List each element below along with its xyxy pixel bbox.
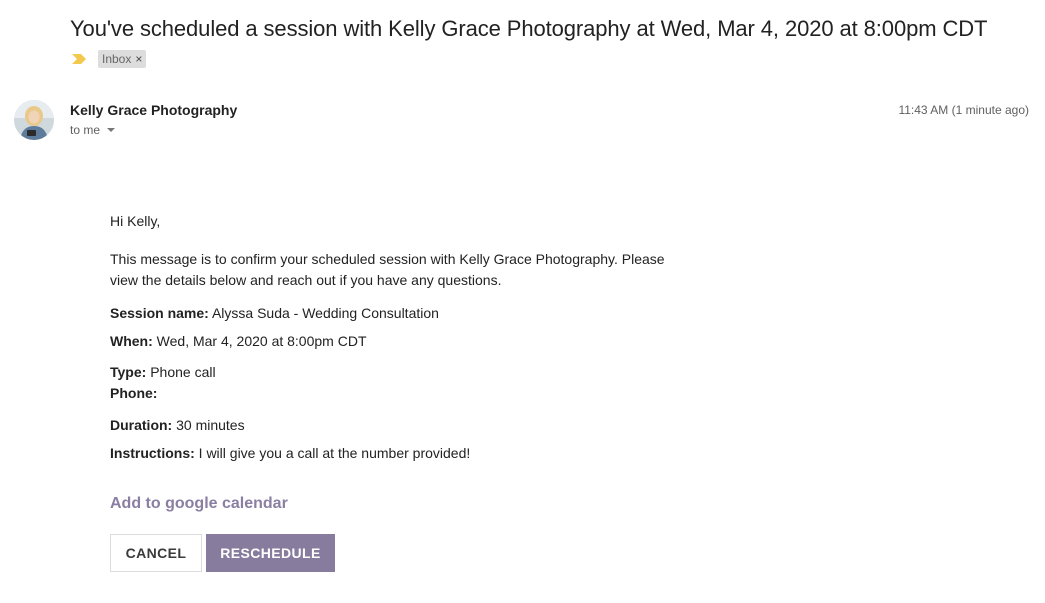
- when-row: When: Wed, Mar 4, 2020 at 8:00pm CDT: [110, 331, 367, 351]
- label-row: Inbox ×: [70, 50, 147, 68]
- session-name-value: Alyssa Suda - Wedding Consultation: [208, 305, 439, 321]
- inbox-label-chip[interactable]: Inbox ×: [98, 50, 147, 68]
- sender-avatar[interactable]: [14, 100, 54, 140]
- phone-row: Phone:: [110, 383, 157, 403]
- to-me-text: to me: [70, 123, 101, 137]
- inbox-label-text: Inbox: [102, 52, 132, 66]
- cancel-button[interactable]: CANCEL: [110, 534, 202, 572]
- timestamp: 11:43 AM (1 minute ago): [898, 103, 1029, 117]
- duration-row: Duration: 30 minutes: [110, 415, 245, 435]
- when-label: When:: [110, 333, 153, 349]
- importance-marker-icon[interactable]: [70, 51, 90, 67]
- when-value: Wed, Mar 4, 2020 at 8:00pm CDT: [152, 333, 367, 349]
- type-value: Phone call: [146, 364, 216, 380]
- duration-value: 30 minutes: [172, 417, 245, 433]
- remove-label-icon[interactable]: ×: [135, 51, 142, 67]
- sender-name[interactable]: Kelly Grace Photography: [70, 102, 237, 118]
- instructions-label: Instructions:: [110, 445, 195, 461]
- add-to-google-calendar-link[interactable]: Add to google calendar: [110, 495, 288, 513]
- type-row: Type: Phone call: [110, 362, 216, 382]
- email-subject: You've scheduled a session with Kelly Gr…: [70, 16, 988, 41]
- reschedule-button[interactable]: RESCHEDULE: [206, 534, 335, 572]
- duration-label: Duration:: [110, 417, 173, 433]
- instructions-row: Instructions: I will give you a call at …: [110, 443, 470, 463]
- chevron-down-icon[interactable]: [107, 128, 116, 132]
- type-label: Type:: [110, 364, 147, 380]
- intro-paragraph: This message is to confirm your schedule…: [110, 251, 665, 288]
- phone-label: Phone:: [110, 385, 158, 401]
- recipient-details[interactable]: to me: [70, 123, 116, 137]
- instructions-value: I will give you a call at the number pro…: [194, 445, 471, 461]
- session-name-label: Session name:: [110, 305, 209, 321]
- greeting-text: Hi Kelly,: [110, 213, 161, 229]
- session-name-row: Session name: Alyssa Suda - Wedding Cons…: [110, 303, 439, 323]
